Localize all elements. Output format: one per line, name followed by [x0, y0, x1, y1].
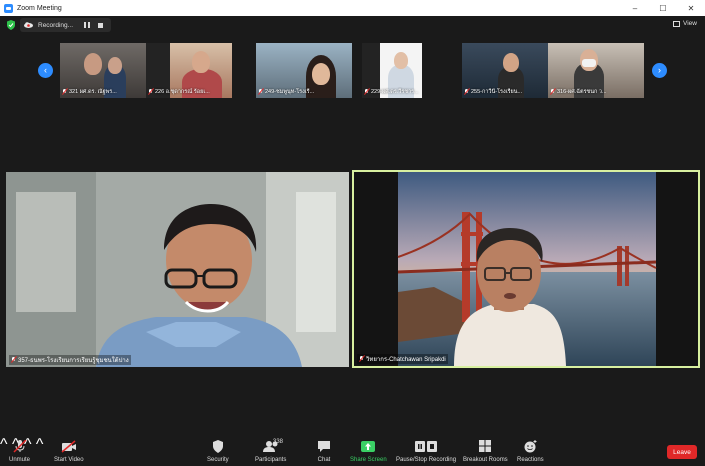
- reactions-emoji-icon: [524, 440, 537, 453]
- share-screen-button[interactable]: Share Screen: [350, 440, 387, 463]
- audio-options-caret-icon[interactable]: ^: [0, 436, 8, 453]
- video-off-icon: [61, 440, 76, 453]
- view-grid-icon: [673, 20, 681, 27]
- muted-microphone-icon: [12, 440, 27, 453]
- muted-mic-icon: [258, 88, 263, 95]
- participant-name-label: 357-ธนพร-โรงเรียนการเรียนรู้ชุมชนใต้ปาง: [9, 355, 131, 365]
- participant-thumbnail[interactable]: 255-กาวีนี-โรงเรียน...: [462, 43, 548, 98]
- participant-name-label: 249-ชมพูนุท-โรงเรี...: [258, 87, 350, 96]
- muted-mic-icon: [464, 88, 469, 95]
- reactions-button[interactable]: Reactions: [517, 440, 544, 463]
- meeting-status-bar: Recording... View: [0, 16, 705, 35]
- security-button[interactable]: Security: [207, 440, 229, 463]
- muted-mic-icon: [550, 88, 555, 95]
- leave-button[interactable]: Leave: [667, 445, 697, 459]
- muted-mic-icon: [11, 357, 16, 363]
- muted-mic-icon: [359, 356, 364, 362]
- view-button[interactable]: View: [673, 20, 697, 27]
- participant-video-image: [6, 172, 349, 367]
- participant-thumbnail[interactable]: 321 ผศ.ดร. ณัฐพร...: [60, 43, 146, 98]
- unmute-button[interactable]: Unmute: [9, 440, 30, 463]
- participant-thumbnail[interactable]: 229-ผศ.ดร.วีรชาร...: [362, 43, 422, 98]
- maximize-button[interactable]: ☐: [649, 0, 677, 16]
- participant-name-label: วิทยากร-Chatchawan Sripakdi: [357, 354, 448, 364]
- muted-mic-icon: [62, 88, 67, 95]
- recording-indicator: Recording...: [20, 18, 111, 32]
- recording-label: Recording...: [38, 21, 74, 29]
- title-bar: Zoom Meeting – ☐ ✕: [0, 0, 705, 16]
- active-speaker-video[interactable]: วิทยากร-Chatchawan Sripakdi: [352, 170, 700, 368]
- share-screen-icon: [361, 441, 376, 452]
- start-video-button[interactable]: Start Video: [54, 440, 84, 463]
- meeting-toolbar: Unmute ^ Start Video ^ Security 338 Part…: [0, 436, 705, 466]
- pause-stop-icon: [415, 441, 438, 452]
- speaker-video-image: [354, 172, 698, 366]
- participant-thumbnail[interactable]: 226 อ.ชุดากรณ์ ร้อยเ...: [146, 43, 232, 98]
- participant-name-label: 316-ผศ.ฉัตรชนก ว...: [550, 87, 642, 96]
- participant-thumbnail-strip: ‹ 321 ผศ.ดร. ณัฐพร... 226 อ.ชุดากรณ์ ร้อ…: [0, 40, 705, 100]
- window-controls: – ☐ ✕: [621, 0, 705, 16]
- chat-button[interactable]: Chat: [316, 440, 332, 463]
- stop-recording-icon[interactable]: [98, 22, 103, 28]
- muted-mic-icon: [148, 88, 153, 95]
- participant-name-label: 229-ผศ.ดร.วีรชาร...: [364, 87, 420, 96]
- muted-mic-icon: [364, 88, 369, 95]
- participant-thumbnail[interactable]: 249-ชมพูนุท-โรงเรี...: [256, 43, 352, 98]
- participant-video-left[interactable]: 357-ธนพร-โรงเรียนการเรียนรู้ชุมชนใต้ปาง: [6, 172, 349, 367]
- chevron-left-icon[interactable]: ‹: [38, 63, 53, 78]
- close-button[interactable]: ✕: [677, 0, 705, 16]
- chat-bubble-icon: [318, 441, 330, 452]
- participant-name-label: 226 อ.ชุดากรณ์ ร้อยเ...: [148, 87, 230, 96]
- zoom-app-icon: [4, 3, 13, 13]
- participant-thumbnail[interactable]: 316-ผศ.ฉัตรชนก ว...: [548, 43, 644, 98]
- participant-name-label: 255-กาวีนี-โรงเรียน...: [464, 87, 546, 96]
- minimize-button[interactable]: –: [621, 0, 649, 16]
- security-shield-icon: [212, 440, 223, 453]
- view-label: View: [683, 20, 697, 27]
- window-title: Zoom Meeting: [17, 4, 62, 12]
- share-options-caret-icon[interactable]: ^: [36, 436, 44, 453]
- breakout-rooms-button[interactable]: Breakout Rooms: [463, 440, 508, 463]
- participants-button[interactable]: 338 Participants: [255, 439, 286, 463]
- chevron-right-icon[interactable]: ›: [652, 63, 667, 78]
- breakout-rooms-icon: [479, 440, 492, 452]
- pause-stop-recording-button[interactable]: Pause/Stop Recording: [396, 440, 456, 463]
- participant-name-label: 321 ผศ.ดร. ณัฐพร...: [62, 87, 144, 96]
- pause-recording-icon[interactable]: [84, 22, 90, 28]
- cloud-recording-icon: [24, 22, 33, 28]
- shield-icon[interactable]: [7, 20, 15, 30]
- participant-count: 338: [273, 439, 284, 445]
